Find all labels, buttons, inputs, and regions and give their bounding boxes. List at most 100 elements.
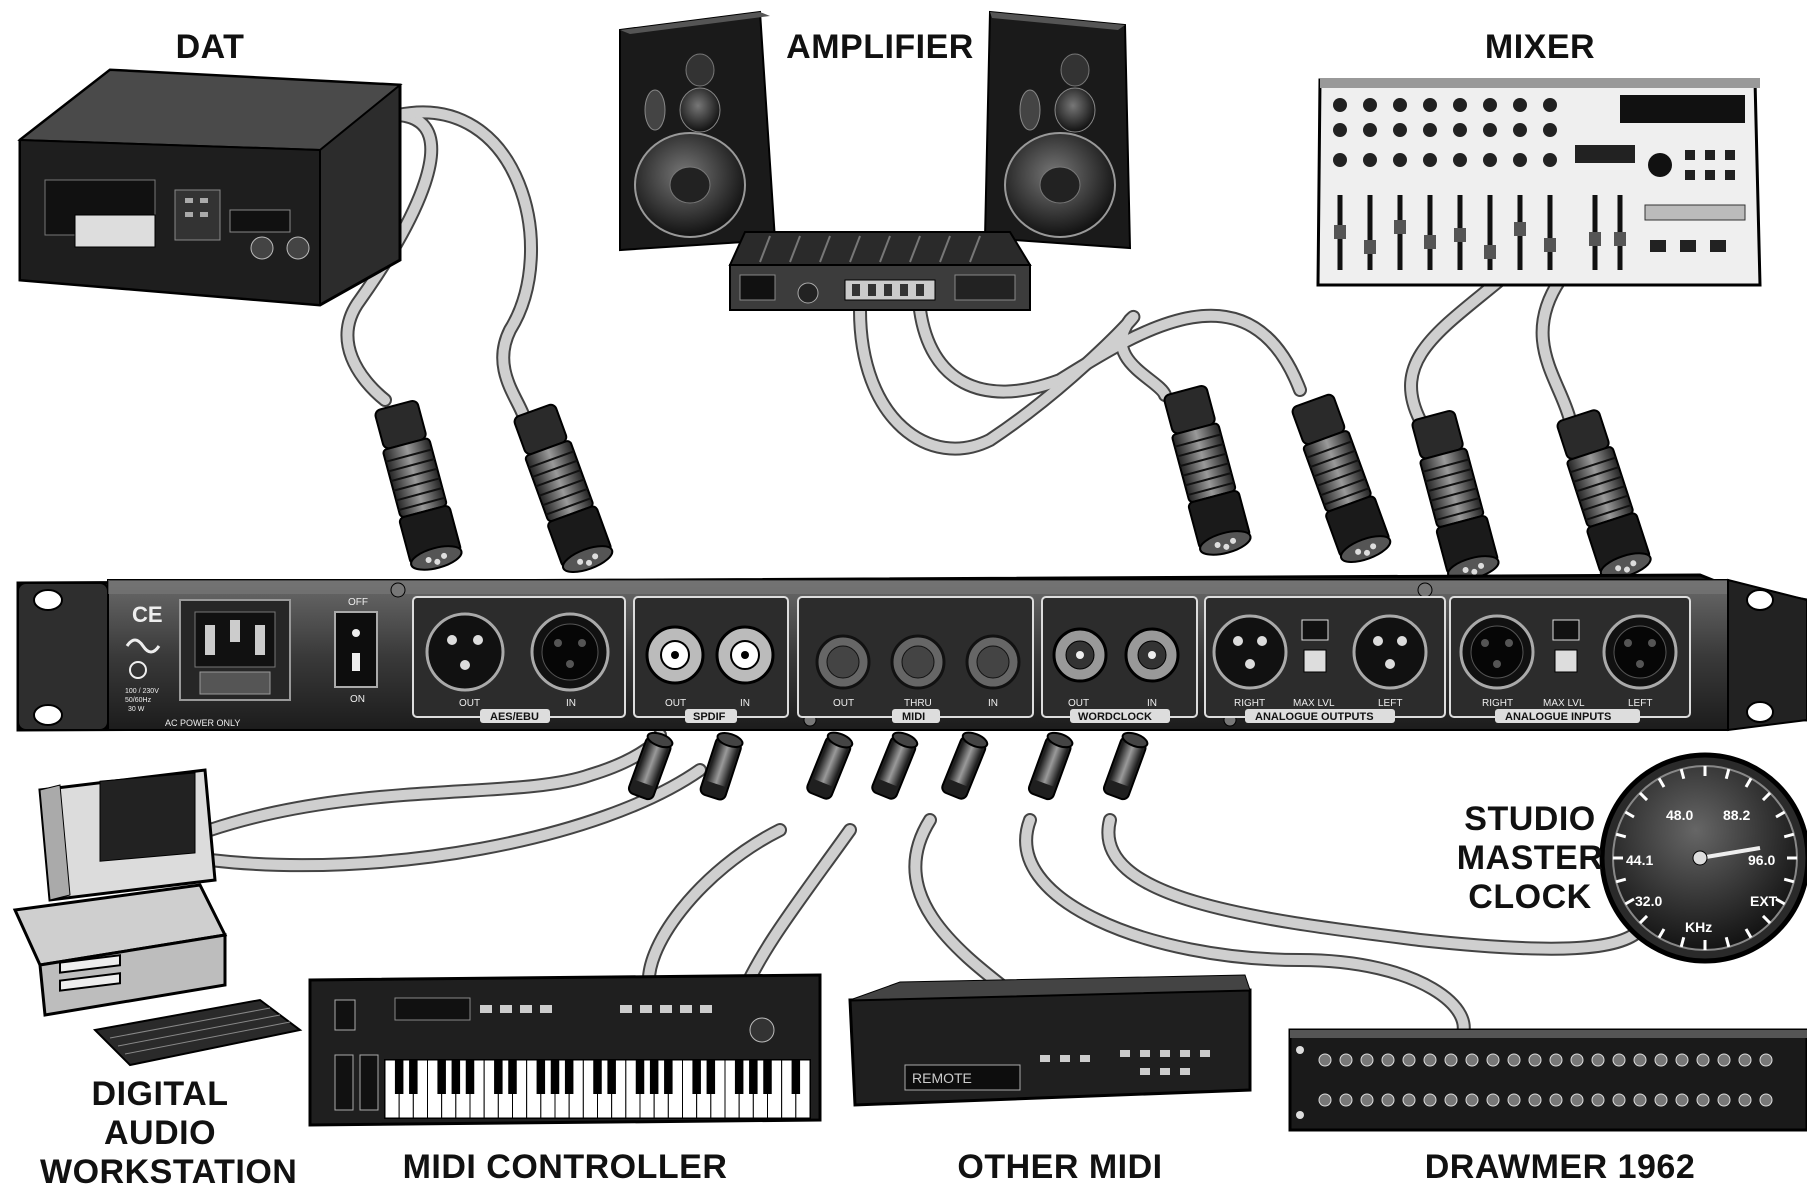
aes-ebu-title: AES/EBU (490, 711, 539, 723)
drawmer-knob (1675, 1053, 1689, 1067)
section-analogue-inputs: RIGHT MAX LVL LEFT ANALOGUE INPUTS (1449, 596, 1691, 723)
ac-power-label: AC POWER ONLY (165, 718, 240, 728)
drawmer-knob (1738, 1053, 1752, 1067)
drawmer-knob (1528, 1093, 1542, 1107)
piano-black-key (508, 1060, 517, 1094)
daw-label-line-1: DIGITAL (91, 1075, 229, 1113)
drawmer-knob (1381, 1053, 1395, 1067)
midi-controller-device (308, 973, 822, 1127)
aes-ebu-in-label: IN (566, 698, 576, 709)
drawmer-knob (1507, 1053, 1521, 1067)
piano-black-key (791, 1060, 801, 1094)
power-on-label: ON (350, 694, 365, 705)
amplifier-label: AMPLIFIER (786, 28, 974, 66)
dial-label-32: 32.0 (1635, 893, 1662, 909)
analogue-output-left-label: LEFT (1378, 698, 1402, 709)
ce-mark: CE (132, 602, 163, 627)
drawmer-knob (1633, 1093, 1647, 1107)
voltage-line-3: 30 W (128, 706, 145, 713)
analogue-output-max-level-button[interactable] (1303, 649, 1327, 673)
other-midi-device: REMOTE (848, 974, 1252, 1107)
wordclock-in-label: IN (1147, 698, 1157, 709)
drawmer-knob (1486, 1093, 1500, 1107)
analogue-input-right-label: RIGHT (1482, 698, 1513, 709)
drawmer-knob (1759, 1053, 1773, 1067)
right-speaker (983, 10, 1132, 250)
midi-title: MIDI (902, 711, 925, 723)
spdif-title: SPDIF (693, 711, 726, 723)
drawmer-knob (1549, 1053, 1563, 1067)
analogue-input-max-level-button[interactable] (1554, 649, 1578, 673)
piano-black-key (536, 1060, 546, 1094)
midi-in-label: IN (988, 698, 998, 709)
power-switch[interactable] (334, 611, 378, 688)
analogue-output-right-jack[interactable] (1212, 614, 1288, 690)
studio-master-clock-dial: 48.0 88.2 44.1 96.0 32.0 EXT KHz (1599, 752, 1807, 964)
drawmer-knob (1423, 1053, 1437, 1067)
drawmer-knob (1696, 1093, 1710, 1107)
drawmer-knob (1318, 1093, 1332, 1107)
midi-controller-label: MIDI CONTROLLER (402, 1148, 728, 1186)
amplifier-device (728, 231, 1032, 311)
drawmer-knob (1570, 1093, 1584, 1107)
studio-clock-label-line-3: CLOCK (1468, 878, 1592, 917)
daw-label: DIGITAL AUDIO WORKSTATION (40, 1075, 297, 1192)
drawmer-knob (1339, 1093, 1353, 1107)
section-spdif: OUT IN SPDIF (633, 596, 789, 723)
drawmer-knob (1360, 1093, 1374, 1107)
left-speaker (619, 10, 777, 252)
power-off-label: OFF (348, 597, 368, 608)
connection-diagram: CE 100 / 230V 50/60Hz 30 W AC POWER ONLY… (0, 0, 1807, 1191)
drawmer-knob (1528, 1053, 1542, 1067)
drawmer-knob (1507, 1093, 1521, 1107)
drawmer-knob (1654, 1093, 1668, 1107)
drawmer-knob (1549, 1093, 1563, 1107)
piano-black-key (749, 1060, 758, 1094)
drawmer-knob (1465, 1093, 1479, 1107)
piano-black-key (437, 1060, 446, 1094)
voltage-line-2: 50/60Hz (125, 697, 152, 704)
drawmer-knob (1486, 1053, 1500, 1067)
dial-label-88: 88.2 (1723, 807, 1750, 823)
dial-label-khz: KHz (1685, 919, 1712, 935)
piano-black-key (494, 1060, 503, 1094)
piano-black-key (451, 1060, 461, 1094)
drawmer-knob (1381, 1093, 1395, 1107)
wordclock-out-label: OUT (1068, 698, 1089, 709)
piano-black-key (763, 1060, 772, 1094)
piano-black-key (409, 1060, 418, 1094)
piano-black-key (635, 1060, 645, 1094)
piano-black-key (734, 1060, 744, 1094)
section-analogue-outputs: RIGHT MAX LVL LEFT ANALOGUE OUTPUTS (1204, 596, 1446, 723)
rack-panel: CE 100 / 230V 50/60Hz 30 W AC POWER ONLY… (16, 573, 1807, 732)
mixer-label: MIXER (1484, 28, 1596, 66)
drawmer-knob (1402, 1093, 1416, 1107)
piano-black-key (692, 1060, 701, 1094)
drawmer-knob (1759, 1093, 1773, 1107)
other-midi-display-text: REMOTE (912, 1070, 972, 1086)
drawmer-label: DRAWMER 1962 (1424, 1148, 1696, 1186)
drawmer-knob (1339, 1053, 1353, 1067)
drawmer-knob (1654, 1053, 1668, 1067)
analogue-output-left-jack[interactable] (1352, 614, 1428, 690)
dat-label: DAT (175, 28, 245, 66)
piano-black-key (564, 1060, 574, 1094)
drawmer-knob (1444, 1053, 1458, 1067)
drawmer-knob (1423, 1093, 1437, 1107)
dial-label-48: 48.0 (1666, 807, 1693, 823)
aes-ebu-out-jack[interactable] (425, 612, 505, 692)
analogue-outputs-title: ANALOGUE OUTPUTS (1255, 711, 1374, 723)
drawmer-knob (1318, 1053, 1332, 1067)
drawmer-knob (1738, 1093, 1752, 1107)
dial-label-ext: EXT (1750, 893, 1778, 909)
piano-black-key (394, 1060, 404, 1094)
piano-black-key (607, 1060, 616, 1094)
analogue-inputs-title: ANALOGUE INPUTS (1505, 711, 1611, 723)
section-aes-ebu: OUT IN AES/EBU (412, 596, 626, 723)
studio-clock-label-line-2: MASTER (1456, 839, 1604, 878)
analogue-output-right-label: RIGHT (1234, 698, 1265, 709)
spdif-out-label: OUT (665, 698, 686, 709)
drawmer-knob (1591, 1093, 1605, 1107)
dat-device (17, 68, 403, 307)
drawmer-knob (1696, 1053, 1710, 1067)
